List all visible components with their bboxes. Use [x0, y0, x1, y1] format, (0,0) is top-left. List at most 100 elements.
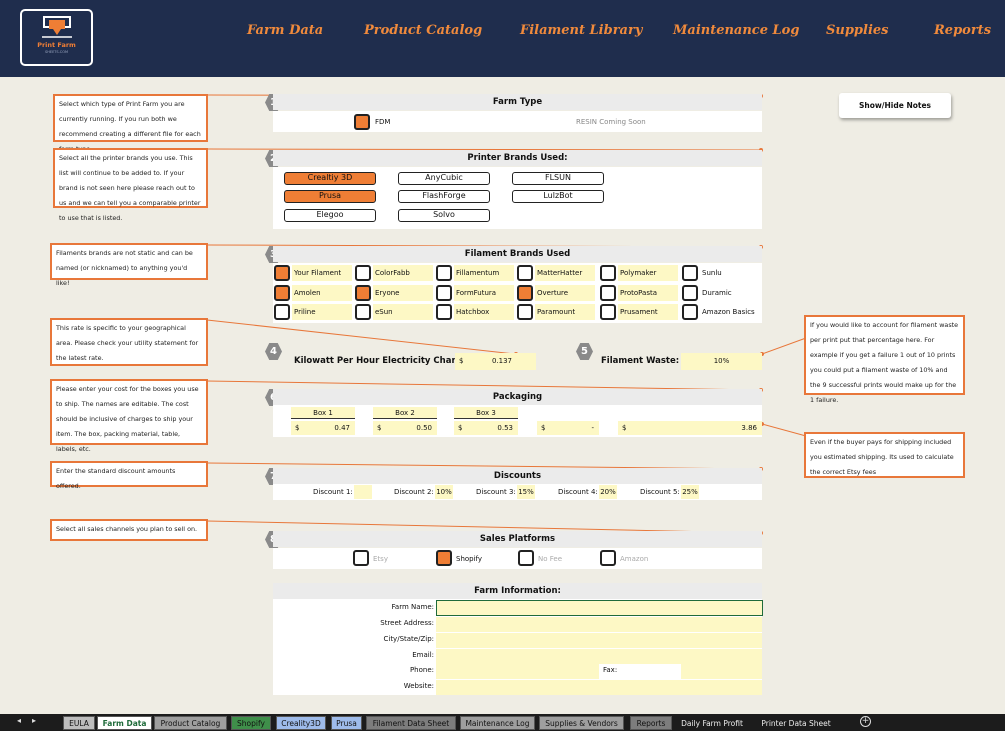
- packaging-value: 0.47: [334, 424, 350, 432]
- packaging-header-box-2: Box 2: [373, 407, 437, 419]
- platform-checkbox-shopify[interactable]: [436, 550, 452, 566]
- filament-checkbox-polymaker[interactable]: [600, 265, 616, 281]
- packaging-header: Packaging: [273, 389, 762, 405]
- filament-checkbox-duramic[interactable]: [682, 285, 698, 301]
- website-input[interactable]: [436, 680, 762, 695]
- filament-checkbox-prusament[interactable]: [600, 304, 616, 320]
- packaging-input-shipping-mark-up[interactable]: $ -: [537, 421, 599, 435]
- filament-checkbox-priline[interactable]: [274, 304, 290, 320]
- packaging-input-box-3[interactable]: $0.53: [454, 421, 518, 435]
- packaging-value: 0.50: [416, 424, 432, 432]
- filament-checkbox-amazon-basics[interactable]: [682, 304, 698, 320]
- email-input[interactable]: [436, 649, 762, 664]
- farm-info-header: Farm Information:: [273, 583, 762, 599]
- filament-label-prusament: Prusament: [620, 308, 658, 316]
- phone-label: Phone:: [409, 666, 434, 674]
- filament-label-formfutura: FormFutura: [456, 289, 497, 297]
- filament-label-amazon-basics: Amazon Basics: [702, 308, 755, 316]
- tab-printer-data-sheet[interactable]: Printer Data Sheet: [756, 716, 836, 730]
- filament-checkbox-paramount[interactable]: [517, 304, 533, 320]
- fdm-checkbox[interactable]: [354, 114, 370, 130]
- note-discounts: Enter the standard discount amounts offe…: [50, 461, 208, 490]
- packaging-input-estimated-shipping-costs[interactable]: $3.86: [618, 421, 762, 435]
- printer-brand-elegoo[interactable]: Elegoo: [284, 209, 376, 222]
- farm-name-input[interactable]: [436, 600, 763, 616]
- discount-label-2: Discount 2:: [394, 488, 434, 496]
- filament-label-amolen: Amolen: [294, 289, 321, 297]
- printer-brand-flashforge[interactable]: FlashForge: [398, 190, 490, 203]
- tab-maintenance-log[interactable]: Maintenance Log: [460, 716, 535, 730]
- tab-shopify[interactable]: Shopify: [231, 716, 271, 730]
- fax-input[interactable]: [681, 664, 762, 679]
- filament-checkbox-formfutura[interactable]: [436, 285, 452, 301]
- tab-supplies-vendors[interactable]: Supplies & Vendors: [539, 716, 624, 730]
- discount-input-1[interactable]: [354, 485, 372, 499]
- printer-brand-anycubic[interactable]: AnyCubic: [398, 172, 490, 185]
- tab-creality3d[interactable]: Creality3D: [276, 716, 326, 730]
- packaging-input-box-2[interactable]: $0.50: [373, 421, 437, 435]
- platform-checkbox-amazon[interactable]: [600, 550, 616, 566]
- filament-checkbox-protopasta[interactable]: [600, 285, 616, 301]
- farm-type-header: Farm Type: [273, 94, 762, 110]
- tab-farm-data[interactable]: Farm Data: [97, 716, 152, 730]
- platform-checkbox-etsy[interactable]: [353, 550, 369, 566]
- printer-brand-prusa[interactable]: Prusa: [284, 190, 376, 203]
- street-address-label: Street Address:: [380, 619, 434, 627]
- platform-checkbox-no-fee[interactable]: [518, 550, 534, 566]
- printer-brand-solvo[interactable]: Solvo: [398, 209, 490, 222]
- printer-brand-flsun[interactable]: FLSUN: [512, 172, 604, 185]
- tab-reports[interactable]: Reports: [630, 716, 672, 730]
- filament-waste-input[interactable]: 10%: [681, 353, 762, 370]
- printer-brands-header: Printer Brands Used:: [273, 150, 762, 166]
- email-label: Email:: [412, 651, 434, 659]
- note-filament-waste: If you would like to account for filamen…: [804, 315, 965, 404]
- sales-platforms-header: Sales Platforms: [273, 531, 762, 547]
- note-filament-brands: Filaments brands are not static and can …: [50, 243, 208, 287]
- discount-input-4[interactable]: 20%: [599, 485, 617, 499]
- tab-filament-data-sheet[interactable]: Filament Data Sheet: [366, 716, 456, 730]
- filament-label-sunlu: Sunlu: [702, 269, 722, 277]
- filament-waste-label: Filament Waste:: [601, 356, 680, 366]
- filament-checkbox-hatchbox[interactable]: [436, 304, 452, 320]
- packaging-value: 0.53: [497, 424, 513, 432]
- packaging-input-box-1[interactable]: $0.47: [291, 421, 355, 435]
- printer-brand-lulzbot[interactable]: LulzBot: [512, 190, 604, 203]
- tab-eula[interactable]: EULA: [63, 716, 95, 730]
- discount-input-3[interactable]: 15%: [517, 485, 535, 499]
- filament-checkbox-colorfabb[interactable]: [355, 265, 371, 281]
- filament-label-hatchbox: Hatchbox: [456, 308, 490, 316]
- filament-label-eryone: Eryone: [375, 289, 400, 297]
- tab-scroll-left-icon[interactable]: ◂: [17, 716, 21, 725]
- filament-checkbox-amolen[interactable]: [274, 285, 290, 301]
- filament-checkbox-overture[interactable]: [517, 285, 533, 301]
- electricity-input[interactable]: $ 0.137: [455, 353, 536, 370]
- show-hide-notes-button[interactable]: Show/Hide Notes: [839, 93, 951, 118]
- tab-daily-farm-profit[interactable]: Daily Farm Profit: [677, 716, 747, 730]
- add-sheet-icon[interactable]: +: [860, 716, 871, 727]
- discount-input-2[interactable]: 10%: [435, 485, 453, 499]
- phone-input[interactable]: [436, 664, 599, 679]
- filament-checkbox-fillamentum[interactable]: [436, 265, 452, 281]
- tab-scroll-right-icon[interactable]: ▸: [32, 716, 36, 725]
- discount-label-3: Discount 3:: [476, 488, 516, 496]
- tab-prusa[interactable]: Prusa: [331, 716, 362, 730]
- tab-product-catalog[interactable]: Product Catalog: [154, 716, 227, 730]
- filament-checkbox-sunlu[interactable]: [682, 265, 698, 281]
- filament-checkbox-matterhatter[interactable]: [517, 265, 533, 281]
- filament-label-fillamentum: Fillamentum: [456, 269, 500, 277]
- filament-label-overture: Overture: [537, 289, 569, 297]
- note-electricity: This rate is specific to your geographic…: [50, 318, 208, 366]
- electricity-label: Kilowatt Per Hour Electricity Charge:: [294, 356, 471, 366]
- filament-label-protopasta: ProtoPasta: [620, 289, 658, 297]
- filament-checkbox-eryone[interactable]: [355, 285, 371, 301]
- filament-checkbox-your-filament[interactable]: [274, 265, 290, 281]
- packaging-currency: $: [622, 424, 627, 432]
- street-address-input[interactable]: [436, 617, 762, 632]
- filament-label-colorfabb: ColorFabb: [375, 269, 410, 277]
- filament-checkbox-esun[interactable]: [355, 304, 371, 320]
- printer-brand-crealtiy-3d[interactable]: Crealtiy 3D: [284, 172, 376, 185]
- city-state-zip-input[interactable]: [436, 633, 762, 648]
- platform-label-shopify: Shopify: [456, 555, 483, 563]
- discount-input-5[interactable]: 25%: [681, 485, 699, 499]
- note-sales-channels: Select all sales channels you plan to se…: [50, 519, 208, 541]
